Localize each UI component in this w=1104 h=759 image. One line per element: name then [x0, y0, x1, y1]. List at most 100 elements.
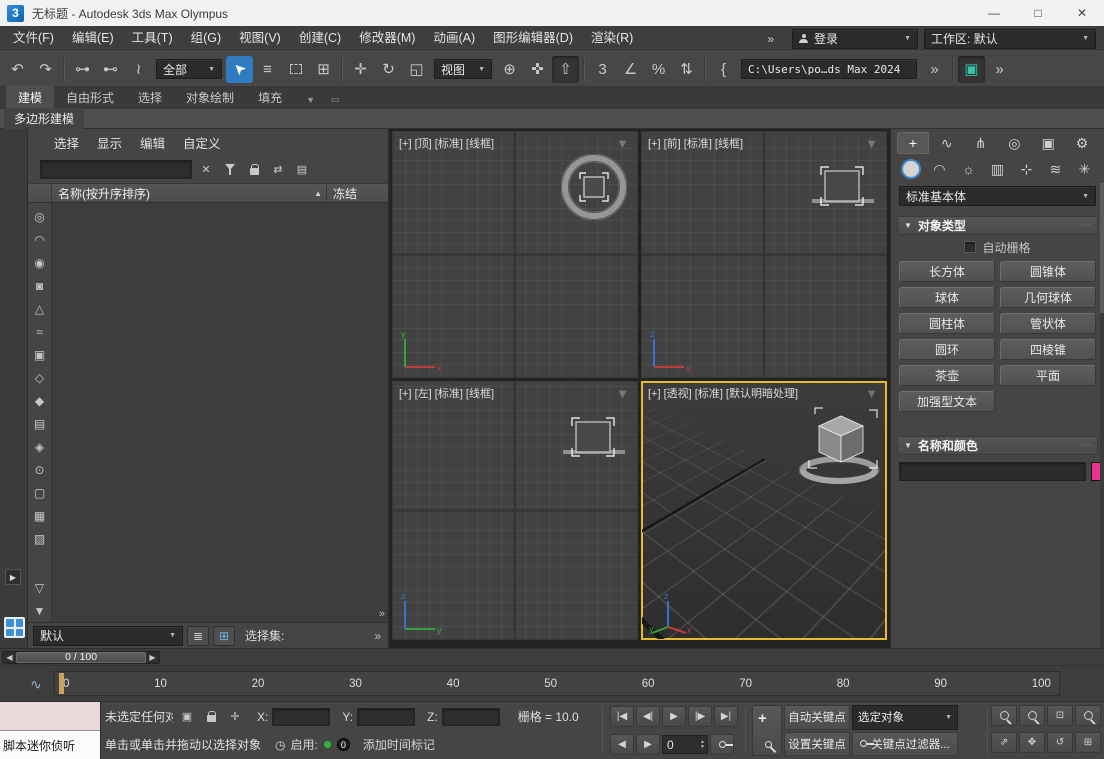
track-bar-ruler[interactable]: 0 10 20 30 40 50 60 70 80 90 100 [54, 671, 1060, 696]
sign-in-dropdown[interactable]: 登录 ▼ [792, 29, 918, 49]
viewport-perspective[interactable]: [+] [透视] [标准] [默认明暗处理] ▼ z y [641, 381, 887, 640]
viewcube-icon[interactable]: ▼ [865, 136, 878, 151]
add-time-tag-button[interactable]: 添加时间标记 [363, 736, 435, 753]
play-icon[interactable]: ▶ [662, 706, 686, 727]
explorer-preset-dropdown[interactable]: 默认 ▼ [33, 626, 183, 646]
absolute-mode-icon[interactable]: ✛ [225, 707, 245, 727]
workspace-dropdown[interactable]: 工作区: 默认 ▼ [924, 29, 1096, 49]
toolbar-overflow-icon[interactable]: » [921, 56, 948, 83]
viewcube-icon[interactable]: ▼ [616, 386, 629, 401]
ribbon-minimize-icon[interactable]: ▭ [327, 90, 344, 109]
use-pivot-point-center-icon[interactable]: ⊕ [496, 56, 523, 83]
pyramid-button[interactable]: 四棱锥 [1000, 339, 1096, 360]
name-color-rollout-header[interactable]: ▼ 名称和颜色 ⋯ [897, 436, 1098, 455]
filter-off-icon[interactable]: ▽ [30, 576, 50, 599]
filter-geometry-icon[interactable]: ◎ [30, 205, 50, 228]
hierarchy-tab-icon[interactable]: ⋔ [965, 132, 997, 154]
freeze-column-header[interactable]: 冻结 [326, 184, 388, 202]
explorer-layers-icon[interactable]: ≣ [187, 626, 209, 646]
explorer-options-icon[interactable]: ▤ [292, 159, 312, 179]
go-to-start-icon[interactable]: |◀ [610, 706, 634, 727]
modify-tab-icon[interactable]: ∿ [931, 132, 963, 154]
display-tab-icon[interactable]: ▣ [1032, 132, 1064, 154]
bind-to-space-warp-icon[interactable]: ≀ [125, 56, 152, 83]
keyboard-shortcut-override-icon[interactable]: ⇧ [552, 56, 579, 83]
current-frame-marker[interactable] [59, 673, 64, 694]
explorer-menu-select[interactable]: 选择 [54, 133, 79, 152]
next-frame-icon[interactable]: ▶ [146, 651, 159, 664]
app-icon[interactable]: 3 [7, 5, 24, 22]
text-plus-button[interactable]: 加强型文本 [899, 391, 995, 412]
viewport-front[interactable]: [+] [前] [标准] [线框] ▼ x z [641, 131, 887, 378]
time-slider-track[interactable]: ◀ 0 / 100 ▶ [2, 651, 160, 664]
sphere-button[interactable]: 球体 [899, 287, 995, 308]
go-to-end-icon[interactable]: ▶| [714, 706, 738, 727]
select-and-move-icon[interactable]: ✛ [347, 56, 374, 83]
close-button[interactable]: ✕ [1060, 0, 1104, 26]
cone-button[interactable]: 圆锥体 [1000, 261, 1096, 282]
geometry-category-icon[interactable] [897, 158, 924, 180]
key-mode-toggle-icon[interactable] [710, 734, 734, 755]
time-slider-handle[interactable]: 0 / 100 [16, 652, 146, 663]
selection-lock-icon[interactable] [201, 707, 221, 727]
explorer-menu-edit[interactable]: 编辑 [140, 133, 165, 152]
torus-button[interactable]: 圆环 [899, 339, 995, 360]
viewport-left-label[interactable]: [+] [左] [标准] [线框] [399, 385, 494, 401]
helpers-category-icon[interactable]: ⊹ [1013, 158, 1040, 180]
filter-groups-icon[interactable]: ▣ [30, 343, 50, 366]
toolbar-overflow-right-icon[interactable]: » [986, 56, 1013, 83]
scene-object-list[interactable]: » [52, 203, 388, 622]
ribbon-tab-object-paint[interactable]: 对象绘制 [174, 85, 246, 109]
viewport-left[interactable]: [+] [左] [标准] [线框] ▼ y z [392, 381, 638, 640]
plane-button[interactable]: 平面 [1000, 365, 1096, 386]
listener-script-row[interactable]: 脚本迷你侦听 [0, 731, 100, 759]
geosphere-button[interactable]: 几何球体 [1000, 287, 1096, 308]
key-target-dropdown[interactable]: 选定对象 ▼ [852, 705, 958, 730]
name-column-header[interactable]: 名称(按升序排序) ▲ [52, 184, 326, 202]
frame-spinner[interactable]: ▲ ▼ [698, 740, 707, 750]
ribbon-tab-populate[interactable]: 填充 [246, 85, 294, 109]
toolbar-extra-icon[interactable]: ▣ [958, 56, 985, 83]
menubar-overflow-icon[interactable]: » [761, 32, 780, 46]
viewport-perspective-label[interactable]: [+] [透视] [标准] [默认明暗处理] [648, 385, 798, 401]
box-button[interactable]: 长方体 [899, 261, 995, 282]
viewport-front-label[interactable]: [+] [前] [标准] [线框] [648, 135, 743, 151]
explorer-dock-icon[interactable]: ⊞ [213, 626, 235, 646]
filter-cameras-icon[interactable]: ◙ [30, 274, 50, 297]
autogrid-checkbox[interactable] [964, 241, 976, 253]
filter-lights-icon[interactable]: ◉ [30, 251, 50, 274]
maximize-button[interactable]: □ [1016, 0, 1060, 26]
maxscript-mini-listener[interactable]: 脚本迷你侦听 [0, 702, 101, 759]
listener-macro-row[interactable] [0, 702, 100, 731]
viewport-top-label[interactable]: [+] [顶] [标准] [线框] [399, 135, 494, 151]
filter-xrefs-icon[interactable]: ◇ [30, 366, 50, 389]
spacewarps-category-icon[interactable]: ≋ [1042, 158, 1069, 180]
project-folder-field[interactable]: C:\Users\po…ds Max 2024 [741, 59, 917, 79]
explorer-overflow-icon[interactable]: » [374, 629, 383, 643]
snaps-toggle-icon[interactable]: 3 [589, 56, 616, 83]
lock-explorer-icon[interactable] [244, 159, 264, 179]
select-and-manipulate-icon[interactable]: ✜ [524, 56, 551, 83]
tube-button[interactable]: 管状体 [1000, 313, 1096, 334]
named-selection-sets-icon[interactable]: { [710, 56, 737, 83]
list-overflow-icon[interactable]: » [379, 608, 385, 620]
command-panel-scrollbar[interactable] [1100, 183, 1104, 648]
spinner-snap-icon[interactable]: ⇅ [673, 56, 700, 83]
unlink-selection-icon[interactable]: ⊷ [97, 56, 124, 83]
reference-coordinate-dropdown[interactable]: 视图 ▼ [434, 59, 492, 79]
select-and-link-icon[interactable]: ⊶ [69, 56, 96, 83]
icon-column-header[interactable] [28, 184, 52, 202]
sync-selection-icon[interactable]: ⇄ [268, 159, 288, 179]
create-tab-icon[interactable]: + [897, 132, 929, 154]
object-category-dropdown[interactable]: 标准基本体 ▼ [899, 186, 1096, 206]
undo-icon[interactable]: ↶ [4, 56, 31, 83]
orbit-icon[interactable]: ↺ [1047, 732, 1073, 753]
utilities-tab-icon[interactable]: ⚙ [1066, 132, 1098, 154]
redo-icon[interactable]: ↷ [32, 56, 59, 83]
y-coordinate-field[interactable] [357, 708, 415, 726]
zoom-region-icon[interactable] [1075, 705, 1101, 726]
zoom-icon[interactable] [991, 705, 1017, 726]
explorer-menu-customize[interactable]: 自定义 [183, 133, 221, 152]
filter-on-icon[interactable]: ▼ [30, 599, 50, 622]
menu-edit[interactable]: 编辑(E) [63, 26, 123, 51]
